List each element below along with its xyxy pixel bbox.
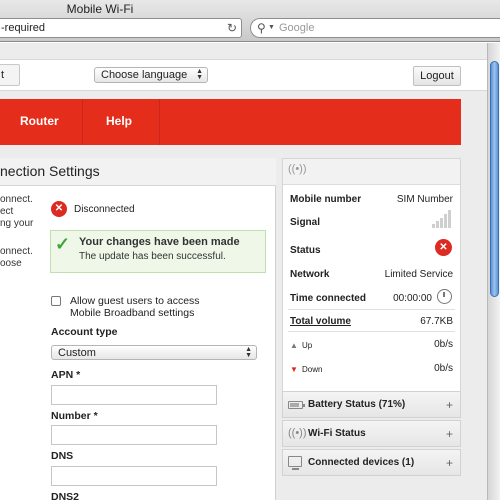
- select-arrows-icon: ▲ ▼: [245, 346, 252, 359]
- clock-icon: [437, 289, 452, 304]
- side-help-text: onnect. oose: [0, 246, 33, 269]
- connected-devices-label: Connected devices (1): [308, 457, 415, 468]
- panel-header: nection Settings: [0, 158, 276, 186]
- chevron-down-icon[interactable]: ▼: [268, 24, 275, 31]
- wifi-status-label: Wi-Fi Status: [308, 428, 366, 439]
- time-connected-value: 00:00:00: [393, 293, 432, 304]
- download-value: 0b/s: [434, 363, 453, 374]
- total-volume-label[interactable]: Total volume: [290, 316, 351, 327]
- wifi-status-accordion[interactable]: ((•)) Wi-Fi Status +: [282, 420, 461, 447]
- account-type-value: Custom: [58, 347, 96, 359]
- download-arrow-icon: ▼: [290, 365, 298, 374]
- battery-icon: [288, 401, 305, 409]
- address-text: -required: [1, 22, 46, 34]
- signal-label: Signal: [290, 217, 321, 228]
- search-icon: ⚲: [257, 21, 266, 35]
- number-label: Number *: [51, 410, 98, 422]
- signal-strength-icon: [432, 210, 452, 228]
- mobile-number-value: SIM Number: [396, 194, 453, 205]
- time-connected-label: Time connected: [290, 293, 366, 304]
- nav-item-router[interactable]: Router: [20, 114, 59, 128]
- page-title: nection Settings: [0, 163, 100, 179]
- notice-title: Your changes have been made: [79, 236, 240, 248]
- nav-item-help[interactable]: Help: [106, 114, 132, 128]
- guest-access-checkbox[interactable]: [51, 296, 61, 306]
- search-placeholder: Google: [279, 22, 315, 34]
- window-title: Mobile Wi-Fi: [66, 2, 134, 16]
- disconnected-icon: ✕: [51, 201, 67, 217]
- account-type-select[interactable]: Custom ▲ ▼: [51, 345, 257, 360]
- upload-arrow-icon: ▲: [290, 341, 298, 350]
- account-type-label: Account type: [51, 326, 118, 338]
- wifi-icon: ((•)): [288, 427, 307, 439]
- check-icon: ✓: [55, 234, 71, 254]
- network-label: Network: [290, 269, 330, 280]
- network-value: Limited Service: [384, 269, 453, 280]
- antenna-icon: ((•)): [288, 163, 307, 175]
- upload-value: 0b/s: [434, 339, 453, 350]
- disconnected-icon: ✕: [435, 239, 452, 256]
- number-field[interactable]: [51, 425, 217, 445]
- apn-field[interactable]: [51, 385, 217, 405]
- top-bar: t Choose language ▲ ▼ Logout: [0, 59, 487, 91]
- connected-devices-accordion[interactable]: Connected devices (1) +: [282, 449, 461, 476]
- main-nav: Router Help: [0, 99, 461, 145]
- language-select-value: Choose language: [101, 69, 188, 81]
- total-volume-value: 67.7KB: [420, 316, 453, 327]
- divider: [288, 331, 455, 332]
- connection-settings-panel: nection Settings onnect. ect ng your onn…: [0, 158, 276, 500]
- logout-button[interactable]: Logout: [413, 66, 461, 86]
- upload-label: Up: [302, 341, 313, 350]
- dns2-label: DNS2: [51, 491, 80, 500]
- expand-icon[interactable]: +: [446, 427, 453, 441]
- expand-icon[interactable]: +: [446, 456, 453, 470]
- download-label: Down: [302, 365, 323, 374]
- success-notice: ✓ Your changes have been made The update…: [50, 230, 266, 273]
- mobile-number-label: Mobile number: [290, 194, 362, 205]
- dns-field[interactable]: [51, 466, 217, 486]
- dns-label: DNS: [51, 450, 74, 462]
- address-bar[interactable]: -required ↻: [0, 18, 242, 38]
- language-select[interactable]: Choose language ▲ ▼: [94, 67, 208, 83]
- monitor-icon: [288, 456, 302, 470]
- nav-divider: [82, 99, 83, 145]
- account-tab[interactable]: t: [0, 64, 20, 86]
- select-arrows-icon: ▲ ▼: [196, 68, 203, 81]
- connection-status-text: Disconnected: [74, 204, 135, 215]
- battery-status-label: Battery Status (71%): [308, 399, 406, 410]
- guest-access-label: Allow guest users to access Mobile Broad…: [70, 295, 200, 319]
- search-bar[interactable]: ⚲ ▼ Google: [250, 18, 500, 38]
- expand-icon[interactable]: +: [446, 398, 453, 412]
- status-panel: ((•)) Mobile number SIM Number Signal St…: [282, 158, 461, 393]
- browser-toolbar: Mobile Wi-Fi -required ↻ ⚲ ▼ Google: [0, 0, 500, 42]
- divider: [288, 309, 455, 310]
- nav-divider: [159, 99, 160, 145]
- web-page: t Choose language ▲ ▼ Logout Router Help …: [0, 43, 487, 500]
- reload-icon[interactable]: ↻: [227, 21, 237, 35]
- side-help-text: onnect. ect ng your: [0, 194, 34, 229]
- page-scrollbar[interactable]: [487, 43, 500, 500]
- scrollbar-thumb[interactable]: [490, 61, 499, 297]
- status-label: Status: [290, 245, 321, 256]
- notice-message: The update has been successful.: [79, 251, 226, 262]
- battery-status-accordion[interactable]: Battery Status (71%) +: [282, 391, 461, 418]
- status-panel-header: ((•)): [283, 159, 460, 185]
- apn-label: APN *: [51, 369, 81, 381]
